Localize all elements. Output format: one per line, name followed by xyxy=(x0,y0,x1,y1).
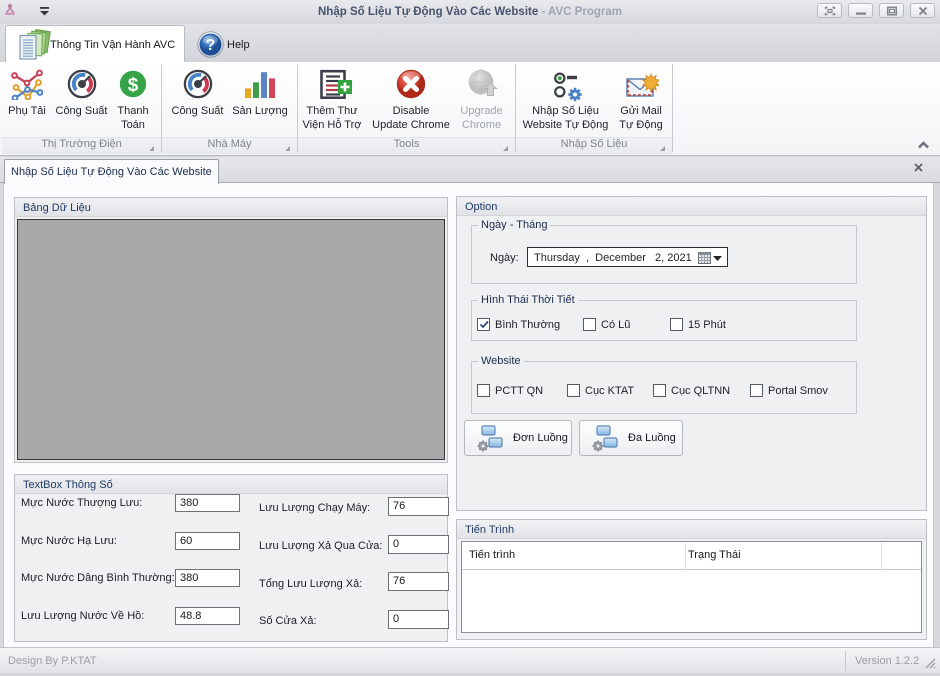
svg-text:$: $ xyxy=(128,75,139,96)
svg-text:?: ? xyxy=(206,37,216,54)
